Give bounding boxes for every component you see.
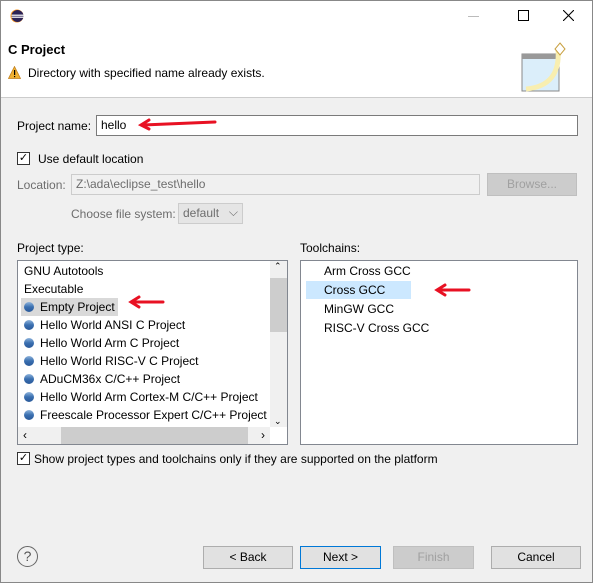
warning-icon — [8, 66, 21, 79]
red-arrow-annotation — [137, 118, 217, 131]
title-bar — [1, 1, 592, 33]
wizard-banner-icon — [521, 42, 566, 92]
project-type-item[interactable]: Empty Project — [21, 298, 118, 316]
project-template-icon — [24, 338, 34, 348]
horizontal-scrollbar[interactable]: ‹ › — [18, 427, 270, 444]
page-title: C Project — [8, 42, 66, 57]
project-type-item[interactable]: Hello World Arm C Project — [21, 334, 182, 352]
wizard-header: C Project Directory with specified name … — [1, 33, 592, 98]
status-message: Directory with specified name already ex… — [28, 66, 265, 80]
project-type-list[interactable]: GNU Autotools Executable Empty Project Hell… — [17, 260, 288, 445]
project-type-item[interactable]: Hello World ANSI C Project — [21, 316, 188, 334]
project-template-icon — [24, 302, 34, 312]
project-type-item[interactable]: Hello World Arm Cortex-M C/C++ Project — [21, 388, 261, 406]
location-label: Location: — [17, 178, 66, 192]
eclipse-logo-icon — [10, 9, 24, 23]
toolchains-label: Toolchains: — [300, 241, 361, 255]
project-type-item-label: Hello World Arm C Project — [40, 336, 180, 350]
vertical-scrollbar[interactable]: ⌃ ⌄ — [270, 261, 287, 427]
maximize-button[interactable] — [518, 10, 529, 21]
project-type-item[interactable]: GNU Autotools — [21, 262, 106, 280]
scroll-down-icon[interactable]: ⌄ — [274, 416, 282, 427]
project-type-label: Project type: — [17, 241, 84, 255]
project-template-icon — [24, 320, 34, 330]
project-name-label: Project name: — [17, 119, 92, 133]
project-template-icon — [24, 356, 34, 366]
chevron-down-icon: ⌵ — [228, 205, 238, 219]
project-type-item-label: Hello World Arm Cortex-M C/C++ Project — [40, 390, 258, 404]
toolchain-item[interactable]: MinGW GCC — [306, 300, 411, 318]
project-type-item-label: GNU Autotools — [24, 264, 104, 278]
cancel-button[interactable]: Cancel — [491, 546, 581, 569]
toolchain-item[interactable]: Cross GCC — [306, 281, 411, 299]
project-type-item-label: Executable — [24, 282, 84, 296]
file-system-value: default — [183, 206, 220, 220]
horizontal-scroll-thumb[interactable] — [61, 427, 248, 444]
scroll-up-icon[interactable]: ⌃ — [274, 261, 282, 272]
project-template-icon — [24, 410, 34, 420]
project-type-item[interactable]: Freescale Processor Expert C/C++ Project — [21, 406, 270, 424]
location-input[interactable]: Z:\ada\eclipse_test\hello — [71, 174, 480, 195]
use-default-location-checkbox[interactable]: ✓ — [17, 152, 30, 165]
project-template-icon — [24, 392, 34, 402]
scroll-right-icon[interactable]: › — [261, 428, 265, 442]
help-button[interactable]: ? — [17, 546, 38, 567]
project-template-icon — [24, 374, 34, 384]
toolchain-item[interactable]: Arm Cross GCC — [306, 262, 411, 280]
use-default-location-label: Use default location — [38, 152, 144, 166]
file-system-select[interactable]: default ⌵ — [178, 203, 243, 224]
dialog-window: C Project Directory with specified name … — [0, 0, 593, 583]
project-type-item-label: Empty Project — [40, 300, 115, 314]
scroll-left-icon[interactable]: ‹ — [23, 428, 27, 442]
next-button[interactable]: Next > — [300, 546, 381, 569]
red-arrow-annotation — [434, 283, 471, 297]
show-supported-label: Show project types and toolchains only i… — [34, 452, 438, 466]
project-type-item-label: Hello World RISC-V C Project — [40, 354, 199, 368]
minimize-button[interactable] — [468, 16, 479, 17]
project-type-item-label: Freescale Processor Expert C/C++ Project — [40, 408, 267, 422]
back-button[interactable]: < Back — [203, 546, 293, 569]
browse-button[interactable]: Browse... — [487, 173, 577, 196]
vertical-scroll-thumb[interactable] — [270, 278, 287, 332]
project-type-item-label: ADuCM36x C/C++ Project — [40, 372, 181, 386]
project-type-item[interactable]: ADuCM36x C/C++ Project — [21, 370, 183, 388]
project-type-item[interactable]: Executable — [21, 280, 86, 298]
red-arrow-annotation — [128, 295, 165, 309]
file-system-label: Choose file system: — [71, 207, 176, 221]
project-type-item[interactable]: Hello World RISC-V C Project — [21, 352, 201, 370]
close-button[interactable] — [563, 10, 574, 21]
project-type-item-label: Hello World ANSI C Project — [40, 318, 186, 332]
finish-button[interactable]: Finish — [393, 546, 474, 569]
show-supported-checkbox[interactable]: ✓ — [17, 452, 30, 465]
toolchain-item[interactable]: RISC-V Cross GCC — [306, 319, 429, 337]
